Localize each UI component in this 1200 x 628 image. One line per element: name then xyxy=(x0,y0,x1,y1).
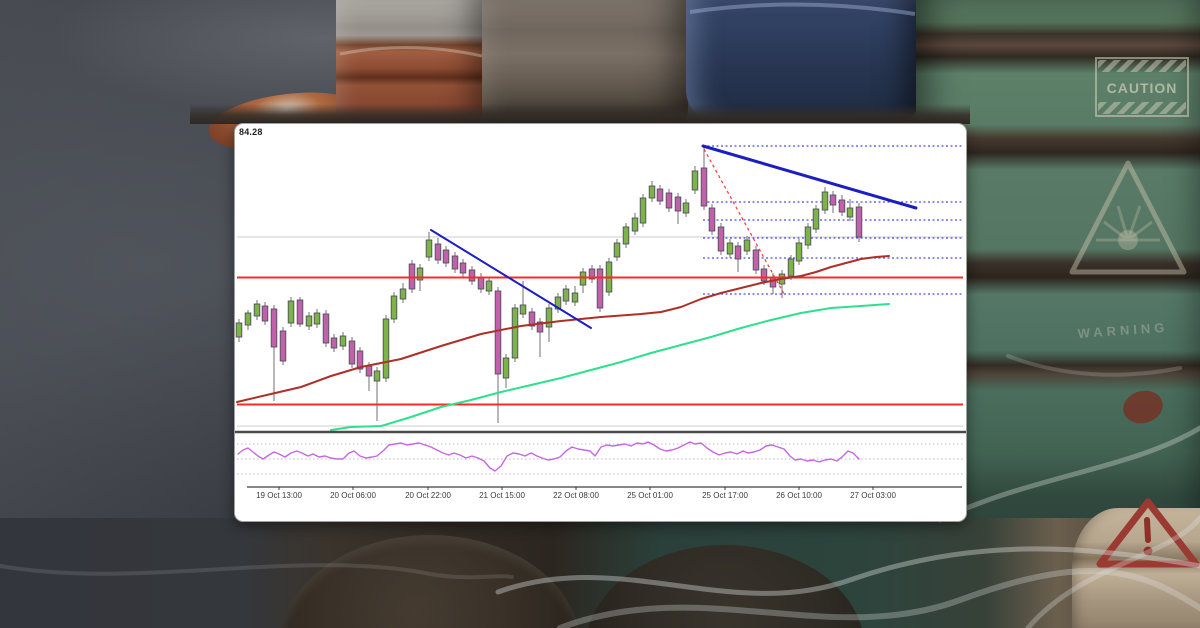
x-axis-label: 19 Oct 13:00 xyxy=(256,491,302,500)
candle-body xyxy=(271,309,277,347)
candle-body xyxy=(727,243,733,254)
candle-body xyxy=(709,208,715,231)
oscillator-line xyxy=(238,442,859,471)
candle-body xyxy=(692,171,698,190)
candle-body xyxy=(262,306,268,321)
candle-body xyxy=(675,197,681,211)
candle-body xyxy=(460,263,466,273)
candle-body xyxy=(280,331,286,361)
candle-body xyxy=(469,270,475,281)
chart-card: 19 Oct 13:00 20 Oct 06:00 20 Oct 22:00 21 O… xyxy=(234,123,967,522)
candle-body xyxy=(254,304,260,316)
candle-body xyxy=(822,192,828,210)
candle-body xyxy=(288,301,294,323)
candle-body xyxy=(391,296,397,319)
screenshot-root: CAUTION WARNING 19 Oct 13:0020 Oct 0 xyxy=(0,0,1200,628)
candle-body xyxy=(478,277,484,289)
candle-body xyxy=(314,313,320,324)
candle-body xyxy=(486,281,492,291)
candle-body xyxy=(623,227,629,244)
beige-barrel xyxy=(1072,508,1200,628)
x-axis-label: 25 Oct 17:00 xyxy=(702,491,748,500)
candle-body xyxy=(495,291,501,374)
candle-body xyxy=(744,240,750,251)
price-chart: 19 Oct 13:00 20 Oct 06:00 20 Oct 22:00 21 O… xyxy=(235,124,967,522)
candle-body xyxy=(666,193,672,208)
candle-body xyxy=(400,289,406,299)
x-axis-label: 25 Oct 01:00 xyxy=(627,491,673,500)
candle-body xyxy=(563,289,569,301)
candle-body xyxy=(546,308,552,327)
x-axis-label: 27 Oct 03:00 xyxy=(850,491,896,500)
last-price-label: 84.28 xyxy=(239,127,263,137)
candle-body xyxy=(383,319,389,378)
trendline-2 xyxy=(703,146,916,208)
x-axis-label: 21 Oct 15:00 xyxy=(479,491,525,500)
candle-body xyxy=(735,246,741,259)
candle-body xyxy=(683,203,689,213)
candle-body xyxy=(349,341,355,364)
candle-body xyxy=(701,168,707,206)
candle-body xyxy=(847,208,853,217)
green-moving-average xyxy=(331,304,889,430)
candle-body xyxy=(374,371,380,381)
candle-body xyxy=(830,195,836,205)
candle-body xyxy=(572,293,578,302)
candle-body xyxy=(366,366,372,376)
candle-body xyxy=(340,336,346,346)
candle-body xyxy=(753,250,759,270)
candle-body xyxy=(839,200,845,212)
x-axis-label: 22 Oct 08:00 xyxy=(553,491,599,500)
candle-body xyxy=(426,240,432,257)
candle-body xyxy=(788,259,794,276)
candle-body xyxy=(245,313,251,325)
candle-body xyxy=(649,186,655,198)
measured-move-line xyxy=(704,149,784,294)
candle-body xyxy=(323,314,329,343)
candle-body xyxy=(796,243,802,261)
candle-body xyxy=(805,227,811,245)
candle-body xyxy=(657,189,663,201)
candle-body xyxy=(640,198,646,223)
candle-body xyxy=(718,227,724,251)
candle-body xyxy=(331,338,337,348)
candle-body xyxy=(443,250,449,263)
candle-body xyxy=(512,308,518,358)
candle-body xyxy=(297,300,303,324)
candle-body xyxy=(632,218,638,231)
candle-body xyxy=(813,209,819,229)
candle-body xyxy=(614,243,620,257)
candle-body xyxy=(856,207,862,237)
candle-body xyxy=(597,269,603,308)
trendline-1 xyxy=(431,230,591,328)
x-axis-label: 26 Oct 10:00 xyxy=(776,491,822,500)
shadow-band xyxy=(190,104,970,124)
candle-body xyxy=(306,316,312,326)
candle-body xyxy=(452,256,458,269)
candle-body xyxy=(435,244,441,260)
x-axis-label: 20 Oct 22:00 xyxy=(405,491,451,500)
candle-body xyxy=(520,305,526,314)
candle-body xyxy=(503,358,509,378)
candle-body xyxy=(761,269,767,281)
candle-body xyxy=(236,323,242,337)
x-axis-label: 20 Oct 06:00 xyxy=(330,491,376,500)
